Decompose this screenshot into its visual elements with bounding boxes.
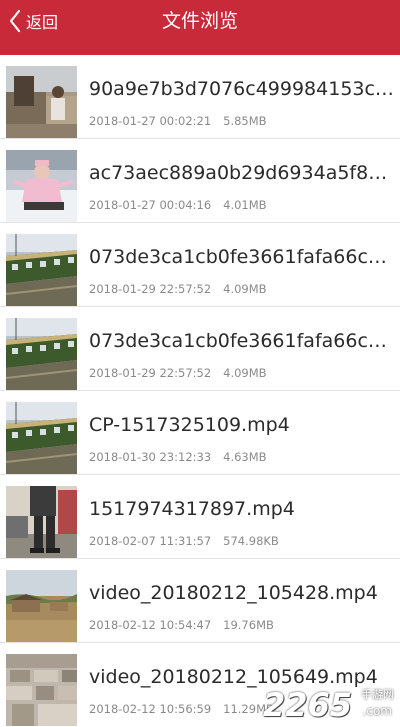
file-name: 073de3ca1cb0fe3661fafa66c2…: [89, 330, 394, 352]
file-meta: 2018-02-07 11:31:57 574.98KB: [89, 534, 279, 548]
watermark-sub: 手游网: [361, 688, 394, 701]
file-date: 2018-02-12 10:56:59: [89, 702, 212, 716]
file-meta: 2018-01-27 00:04:16 4.01MB: [89, 198, 267, 212]
file-date: 2018-02-12 10:54:47: [89, 618, 212, 632]
file-name: 90a9e7b3d7076c499984153c…: [89, 78, 394, 100]
file-row[interactable]: 073de3ca1cb0fe3661fafa66c2… 2018-01-29 22…: [0, 307, 400, 391]
file-name: 073de3ca1cb0fe3661fafa66c2…: [89, 246, 394, 268]
file-size: 4.09MB: [223, 366, 267, 380]
file-row[interactable]: CP-1517325109.mp4 2018-01-30 23:12:33 4.63…: [0, 391, 400, 475]
file-date: 2018-01-29 22:57:52: [89, 366, 212, 380]
file-size: 5.85MB: [223, 114, 267, 128]
file-row[interactable]: 90a9e7b3d7076c499984153c… 2018-01-27 00:0…: [0, 55, 400, 139]
file-meta: 2018-02-12 10:56:59 11.29MB: [89, 702, 274, 716]
video-thumbnail: [6, 150, 77, 222]
file-meta: 2018-01-29 22:57:52 4.09MB: [89, 366, 267, 380]
file-list: 90a9e7b3d7076c499984153c… 2018-01-27 00:0…: [0, 55, 400, 727]
file-name: video_20180212_105428.mp4: [89, 582, 378, 604]
video-thumbnail: [6, 318, 77, 390]
file-size: 574.98KB: [223, 534, 279, 548]
file-row[interactable]: 073de3ca1cb0fe3661fafa66c2… 2018-01-29 22…: [0, 223, 400, 307]
watermark-dot: .com: [362, 704, 392, 718]
file-name: 1517974317897.mp4: [89, 498, 295, 520]
watermark-logo: 手游网 2265 .com: [263, 680, 396, 724]
file-row[interactable]: ac73aec889a0b29d6934a5f84… 2018-01-27 00:…: [0, 139, 400, 223]
file-date: 2018-01-29 22:57:52: [89, 282, 212, 296]
video-thumbnail: [6, 486, 77, 558]
file-name: CP-1517325109.mp4: [89, 414, 290, 436]
file-row[interactable]: video_20180212_105428.mp4 2018-02-12 10:5…: [0, 559, 400, 643]
video-thumbnail: [6, 66, 77, 138]
file-date: 2018-01-27 00:04:16: [89, 198, 212, 212]
file-size: 4.01MB: [223, 198, 267, 212]
video-thumbnail: [6, 234, 77, 306]
file-date: 2018-01-27 00:02:21: [89, 114, 212, 128]
file-date: 2018-01-30 23:12:33: [89, 450, 212, 464]
app-header: 返回 文件浏览: [0, 0, 400, 55]
file-meta: 2018-01-27 00:02:21 5.85MB: [89, 114, 267, 128]
file-size: 19.76MB: [223, 618, 274, 632]
file-meta: 2018-02-12 10:54:47 19.76MB: [89, 618, 274, 632]
file-row[interactable]: 1517974317897.mp4 2018-02-07 11:31:57 574.…: [0, 475, 400, 559]
file-name: ac73aec889a0b29d6934a5f84…: [89, 162, 394, 184]
file-meta: 2018-01-29 22:57:52 4.09MB: [89, 282, 267, 296]
file-meta: 2018-01-30 23:12:33 4.63MB: [89, 450, 267, 464]
file-size: 4.09MB: [223, 282, 267, 296]
watermark-number: 2265: [262, 686, 352, 724]
video-thumbnail: [6, 654, 77, 726]
video-thumbnail: [6, 402, 77, 474]
file-size: 4.63MB: [223, 450, 267, 464]
video-thumbnail: [6, 570, 77, 642]
file-date: 2018-02-07 11:31:57: [89, 534, 212, 548]
page-title: 文件浏览: [161, 10, 238, 32]
